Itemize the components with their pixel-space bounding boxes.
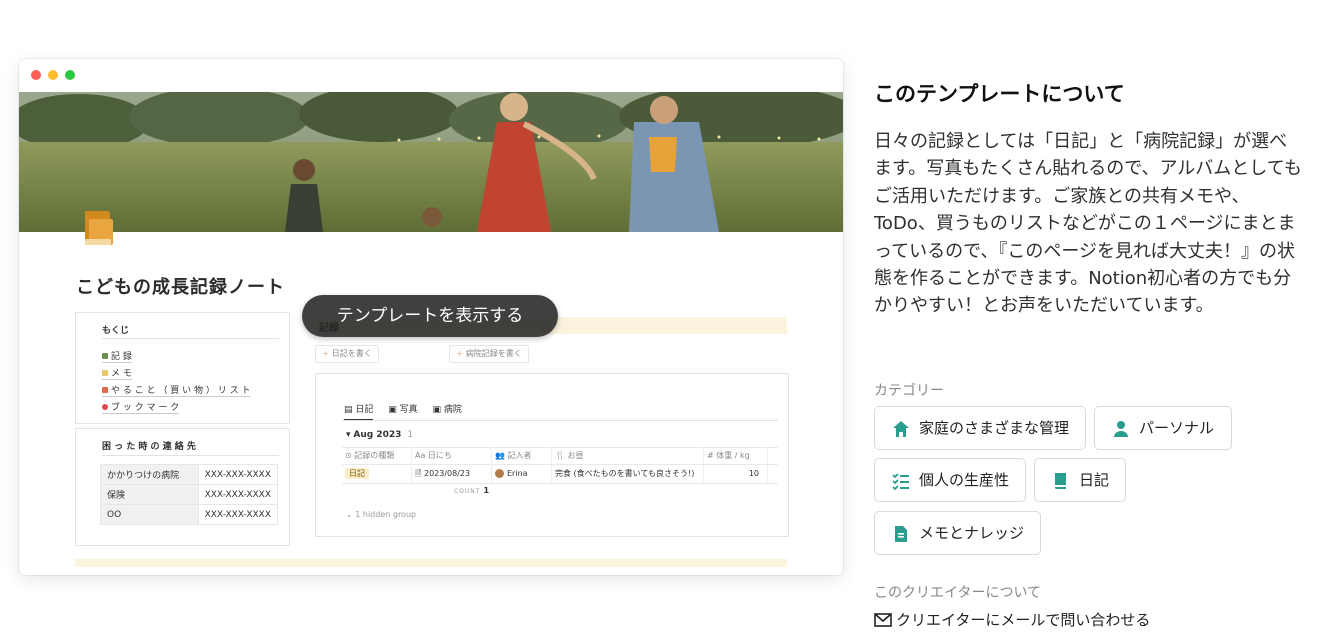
running-figure-icon <box>102 387 108 393</box>
tab-hospital[interactable]: ▣ 病院 <box>433 402 462 419</box>
document-icon <box>895 526 907 542</box>
table-row: かかりつけの病院 XXX-XXX-XXXX <box>100 464 279 485</box>
plus-icon: + <box>456 349 463 358</box>
contact-key: 保険 <box>100 484 199 505</box>
pin-icon <box>102 404 108 410</box>
checklist-icon <box>892 473 909 490</box>
category-diary[interactable]: 日記 <box>1034 458 1126 502</box>
view-template-button[interactable]: テンプレートを表示する <box>302 295 558 337</box>
records-icon <box>102 353 108 359</box>
about-heading: このテンプレートについて <box>874 82 1125 106</box>
contacts-table: かかりつけの病院 XXX-XXX-XXXX 保険 XXX-XXX-XXXX OO… <box>100 464 279 525</box>
divider <box>102 338 279 339</box>
notebook-page-icon <box>81 211 115 247</box>
contacts-heading: 困 っ た 時 の 連 絡 先 <box>102 442 196 452</box>
tab-photos[interactable]: ▣ 写真 <box>388 402 417 419</box>
cell-author[interactable]: Erina <box>492 464 552 483</box>
table-row: 保険 XXX-XXX-XXXX <box>100 484 279 505</box>
next-section-header <box>75 559 787 567</box>
category-personal[interactable]: パーソナル <box>1094 406 1232 450</box>
cell-lunch[interactable]: 完食 (食べたものを書いても良さそう!) <box>552 464 704 483</box>
contact-key: OO <box>100 504 199 525</box>
toc-item-records[interactable]: 記 録 <box>102 349 132 363</box>
plus-icon: + <box>322 349 329 358</box>
column-header-lunch[interactable]: 🍴 お昼 <box>552 447 704 464</box>
toc-item-memo[interactable]: メ モ <box>102 366 132 380</box>
window-titlebar <box>19 59 843 92</box>
category-home-management[interactable]: 家庭のさまざまな管理 <box>874 406 1086 450</box>
cell-date[interactable]: 🗎 2023/08/23 <box>412 464 492 483</box>
contact-value: XXX-XXX-XXXX <box>197 464 279 485</box>
close-dot-icon <box>31 70 41 80</box>
toc-item-bookmark[interactable]: ブ ッ ク マ ー ク <box>102 400 180 414</box>
maximize-dot-icon <box>65 70 75 80</box>
hidden-group-toggle[interactable]: ⌄ 1 hidden group <box>346 510 416 519</box>
cell-type[interactable]: 日記 <box>342 464 412 483</box>
cell-weight[interactable]: 10 <box>704 464 768 483</box>
records-database: ▤ 日記 ▣ 写真 ▣ 病院 ▾ Aug 2023 1 ⊙ 記録の種類 Aa 日に… <box>315 373 789 537</box>
group-header[interactable]: ▾ Aug 2023 1 <box>346 430 413 440</box>
count-summary: COUNT 1 <box>454 486 491 495</box>
divider <box>342 420 778 421</box>
tab-diary[interactable]: ▤ 日記 <box>344 402 374 421</box>
contact-value: XXX-XXX-XXXX <box>197 484 279 505</box>
cover-photo <box>19 92 843 232</box>
page-title: こどもの成長記録ノート <box>76 277 285 298</box>
creator-label: このクリエイターについて <box>874 585 1042 601</box>
home-icon <box>893 421 909 437</box>
mail-icon <box>874 613 892 627</box>
divider <box>102 455 279 456</box>
toc-item-todo-list[interactable]: や る こ と （ 買 い 物 ） リ ス ト <box>102 383 251 397</box>
table-row: OO XXX-XXX-XXXX <box>100 504 279 525</box>
book-icon <box>1055 473 1066 489</box>
email-creator-link[interactable]: クリエイターにメールで問い合わせる <box>874 609 1150 630</box>
categories-label: カテゴリー <box>874 383 944 399</box>
table-of-contents: もくじ 記 録 メ モ や る こ と （ 買 い 物 ） リ ス ト ブ ッ … <box>75 312 290 424</box>
toc-heading: もくじ <box>102 326 130 336</box>
column-header-type[interactable]: ⊙ 記録の種類 <box>342 447 412 464</box>
contact-key: かかりつけの病院 <box>100 464 199 485</box>
add-diary-button[interactable]: + 日記を書く <box>315 345 379 363</box>
about-description: 日々の記録としては「日記」と「病院記録」が選べます。写真もたくさん貼れるので、ア… <box>874 131 1302 317</box>
emergency-contacts: 困 っ た 時 の 連 絡 先 かかりつけの病院 XXX-XXX-XXXX 保険… <box>75 428 290 546</box>
column-header-author[interactable]: 👥 記入者 <box>492 447 552 464</box>
category-notes-knowledge[interactable]: メモとナレッジ <box>874 511 1041 555</box>
template-preview[interactable]: こどもの成長記録ノート もくじ 記 録 メ モ や る こ と （ 買 い 物 … <box>19 59 843 575</box>
column-header-weight[interactable]: # 体重 / kg <box>704 447 768 464</box>
minimize-dot-icon <box>48 70 58 80</box>
column-header-date[interactable]: Aa 日にち <box>412 447 492 464</box>
person-icon <box>1114 421 1128 437</box>
avatar <box>495 469 504 478</box>
add-hospital-record-button[interactable]: + 病院記録を書く <box>449 345 529 363</box>
memo-icon <box>102 370 108 376</box>
contact-value: XXX-XXX-XXXX <box>197 504 279 525</box>
divider <box>342 483 778 484</box>
database-view-tabs: ▤ 日記 ▣ 写真 ▣ 病院 <box>344 402 474 421</box>
status-badge: 日記 <box>345 468 369 479</box>
category-personal-productivity[interactable]: 個人の生産性 <box>874 458 1026 502</box>
